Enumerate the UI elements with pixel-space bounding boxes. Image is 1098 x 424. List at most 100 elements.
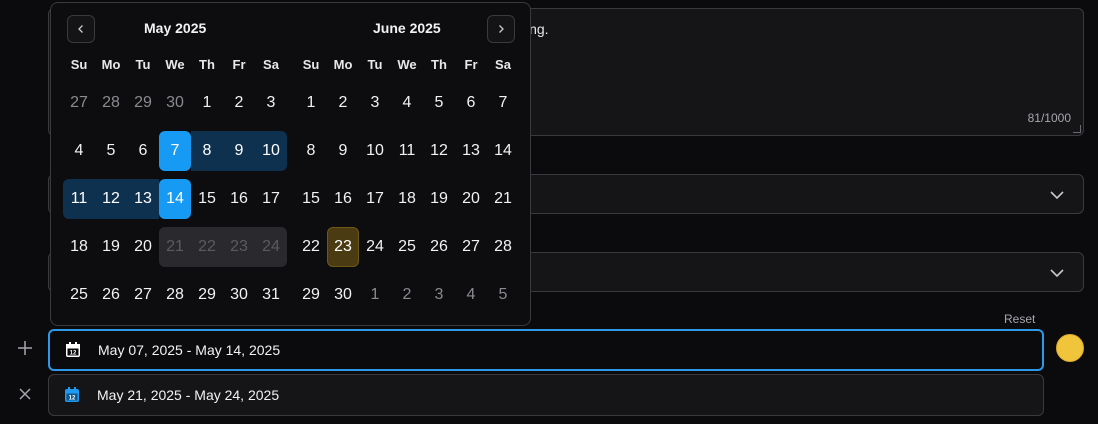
calendar-icon: 12 — [65, 387, 79, 402]
calendar-day[interactable]: 27 — [63, 83, 95, 123]
calendar-day[interactable]: 7 — [487, 83, 519, 123]
calendar-day[interactable]: 5 — [95, 131, 127, 171]
weekday-label: Mo — [101, 57, 121, 72]
calendar-day[interactable]: 17 — [359, 179, 391, 219]
calendar-day[interactable]: 1 — [359, 275, 391, 315]
calendar-day[interactable]: 28 — [159, 275, 191, 315]
calendar-day[interactable]: 14 — [487, 131, 519, 171]
weekday-label: Su — [70, 57, 88, 72]
calendar-day[interactable]: 4 — [455, 275, 487, 315]
calendar-day[interactable]: 29 — [295, 275, 327, 315]
calendar-day[interactable]: 28 — [487, 227, 519, 267]
calendar-day[interactable]: 28 — [95, 83, 127, 123]
calendar-day[interactable]: 12 — [423, 131, 455, 171]
calendar-day[interactable]: 14 — [159, 179, 191, 219]
calendar-day[interactable]: 20 — [127, 227, 159, 267]
calendar-day[interactable]: 25 — [63, 275, 95, 315]
calendar-day: 24 — [255, 227, 287, 267]
weekday-label: We — [165, 57, 185, 72]
calendar-day[interactable]: 4 — [391, 83, 423, 123]
calendar-day[interactable]: 20 — [455, 179, 487, 219]
calendar-day[interactable]: 25 — [391, 227, 423, 267]
calendar-day[interactable]: 13 — [127, 179, 159, 219]
calendar-day[interactable]: 19 — [95, 227, 127, 267]
calendar-day[interactable]: 4 — [63, 131, 95, 171]
plus-icon — [18, 341, 32, 355]
prev-month-button[interactable] — [67, 15, 95, 43]
date-range-field-2[interactable]: 12 May 21, 2025 - May 24, 2025 — [48, 374, 1044, 416]
weekday-label: Tu — [135, 57, 151, 72]
calendar-day[interactable]: 24 — [359, 227, 391, 267]
calendar-day[interactable]: 19 — [423, 179, 455, 219]
calendar-day[interactable]: 2 — [391, 275, 423, 315]
remove-range-button[interactable] — [14, 383, 36, 405]
date-range-value: May 07, 2025 - May 14, 2025 — [98, 342, 281, 358]
weekday-label: Fr — [464, 57, 478, 72]
weekday-label: Fr — [232, 57, 246, 72]
calendar-day[interactable]: 8 — [191, 131, 223, 171]
calendar-popup: May 2025 June 2025 Su Mo Tu We Th Fr Sa … — [50, 2, 531, 326]
calendar-day[interactable]: 18 — [391, 179, 423, 219]
calendar-day[interactable]: 29 — [191, 275, 223, 315]
reset-button[interactable]: Reset — [1004, 312, 1035, 326]
date-range-field-1[interactable]: 12 May 07, 2025 - May 14, 2025 — [48, 329, 1044, 371]
calendar-day[interactable]: 8 — [295, 131, 327, 171]
calendar-day[interactable]: 3 — [423, 275, 455, 315]
calendar-day[interactable]: 27 — [455, 227, 487, 267]
calendar-day[interactable]: 2 — [327, 83, 359, 123]
calendar-day[interactable]: 27 — [127, 275, 159, 315]
calendar-day[interactable]: 26 — [95, 275, 127, 315]
color-swatch[interactable] — [1056, 334, 1084, 362]
calendar-day[interactable]: 1 — [295, 83, 327, 123]
calendar-day[interactable]: 30 — [327, 275, 359, 315]
calendar-day[interactable]: 5 — [423, 83, 455, 123]
calendar-day[interactable]: 12 — [95, 179, 127, 219]
calendar-day[interactable]: 18 — [63, 227, 95, 267]
calendar-day[interactable]: 15 — [295, 179, 327, 219]
day-grid-may: 27 28 29 30 1 2 3 4 5 6 7 8 9 10 11 12 13 14 15 16 17 18 19 20 2… — [63, 81, 287, 321]
calendar-day[interactable]: 29 — [127, 83, 159, 123]
weekday-header-june: Su Mo Tu We Th Fr Sa — [295, 57, 519, 72]
day-grid-june: 1 2 3 4 5 6 7 8 9 10 11 12 13 14 15 16 17 18 19 20 21 22 23 24 2… — [295, 81, 519, 321]
calendar-day[interactable]: 6 — [455, 83, 487, 123]
calendar-day[interactable]: 26 — [423, 227, 455, 267]
weekday-label: Th — [431, 57, 447, 72]
calendar-day[interactable]: 23 — [327, 227, 359, 267]
calendar-day[interactable]: 16 — [223, 179, 255, 219]
calendar-day[interactable]: 11 — [391, 131, 423, 171]
calendar-day[interactable]: 9 — [223, 131, 255, 171]
calendar-day[interactable]: 1 — [191, 83, 223, 123]
next-month-button[interactable] — [487, 15, 515, 43]
chevron-down-icon — [1050, 191, 1064, 200]
calendar-day[interactable]: 31 — [255, 275, 287, 315]
calendar-day: 23 — [223, 227, 255, 267]
calendar-day[interactable]: 10 — [255, 131, 287, 171]
character-counter: 81/1000 — [1027, 111, 1071, 125]
calendar-day[interactable]: 6 — [127, 131, 159, 171]
resize-handle[interactable] — [1073, 125, 1081, 133]
add-range-button[interactable] — [14, 337, 36, 359]
weekday-label: Mo — [333, 57, 353, 72]
calendar-day[interactable]: 2 — [223, 83, 255, 123]
svg-text:12: 12 — [69, 396, 76, 402]
month-title-may: May 2025 — [144, 20, 207, 36]
calendar-day[interactable]: 9 — [327, 131, 359, 171]
calendar-day: 21 — [159, 227, 191, 267]
calendar-day[interactable]: 3 — [359, 83, 391, 123]
calendar-day[interactable]: 21 — [487, 179, 519, 219]
weekday-label: Su — [302, 57, 320, 72]
calendar-day[interactable]: 13 — [455, 131, 487, 171]
calendar-day[interactable]: 10 — [359, 131, 391, 171]
calendar-day[interactable]: 11 — [63, 179, 95, 219]
weekday-label: Sa — [263, 57, 279, 72]
calendar-day: 22 — [191, 227, 223, 267]
calendar-day[interactable]: 7 — [159, 131, 191, 171]
calendar-day[interactable]: 17 — [255, 179, 287, 219]
calendar-day[interactable]: 3 — [255, 83, 287, 123]
calendar-day[interactable]: 16 — [327, 179, 359, 219]
calendar-day[interactable]: 30 — [223, 275, 255, 315]
calendar-day[interactable]: 5 — [487, 275, 519, 315]
calendar-day[interactable]: 30 — [159, 83, 191, 123]
calendar-day[interactable]: 22 — [295, 227, 327, 267]
calendar-day[interactable]: 15 — [191, 179, 223, 219]
